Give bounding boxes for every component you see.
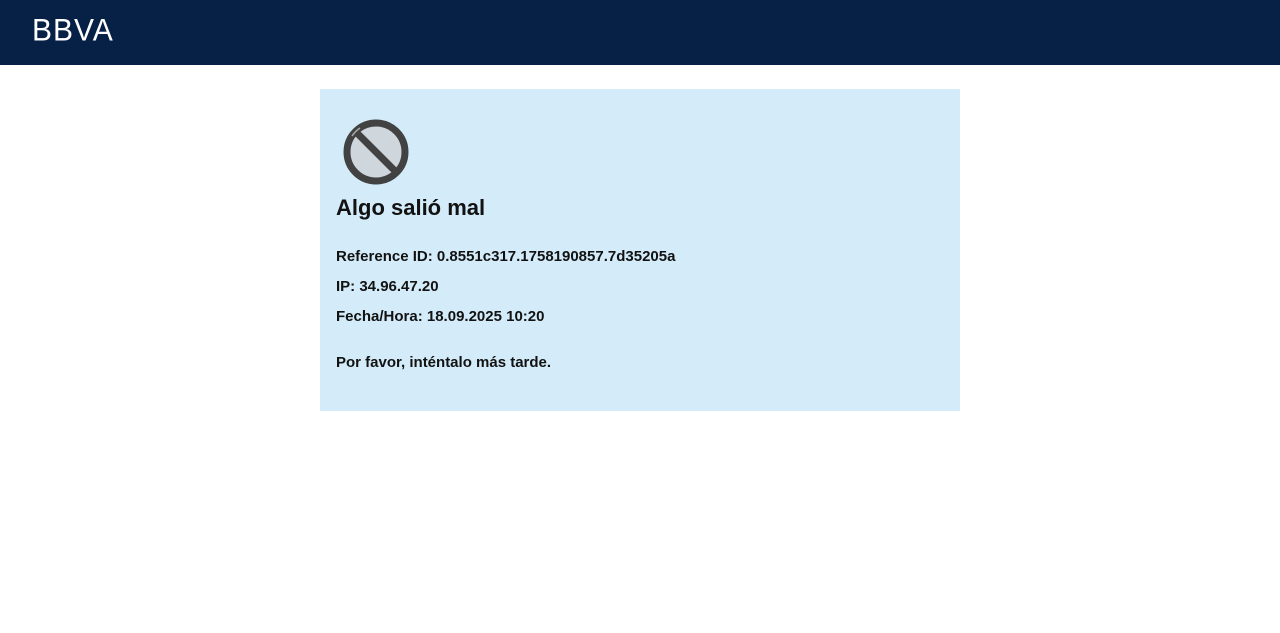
logo-text: BBVA (32, 13, 114, 48)
error-title: Algo salió mal (336, 195, 486, 220)
error-panel: Algo salió mal Reference ID: 0.8551c317.… (320, 89, 960, 411)
top-navigation-bar: BBVA (0, 0, 1280, 65)
reference-id-label: Reference ID: (336, 248, 433, 265)
ip-address-value: 34.96.47.20 (359, 278, 439, 295)
reference-id-value: 0.8551c317.1758190857.7d35205a (436, 248, 676, 265)
ip-address-line: IP: 34.96.47.20 (336, 277, 439, 297)
bbva-logo[interactable]: BBVA (32, 13, 114, 48)
ip-address-label: IP: (336, 278, 356, 295)
retry-message: Por favor, inténtalo más tarde. (336, 354, 552, 371)
reference-id-line: Reference ID: 0.8551c317.1758190857.7d35… (336, 247, 675, 267)
date-time-line: Fecha/Hora: 18.09.2025 10:20 (336, 307, 544, 327)
prohibited-icon (343, 119, 409, 185)
date-time-label: Fecha/Hora: (336, 308, 423, 325)
date-time-value: 18.09.2025 10:20 (426, 308, 545, 325)
